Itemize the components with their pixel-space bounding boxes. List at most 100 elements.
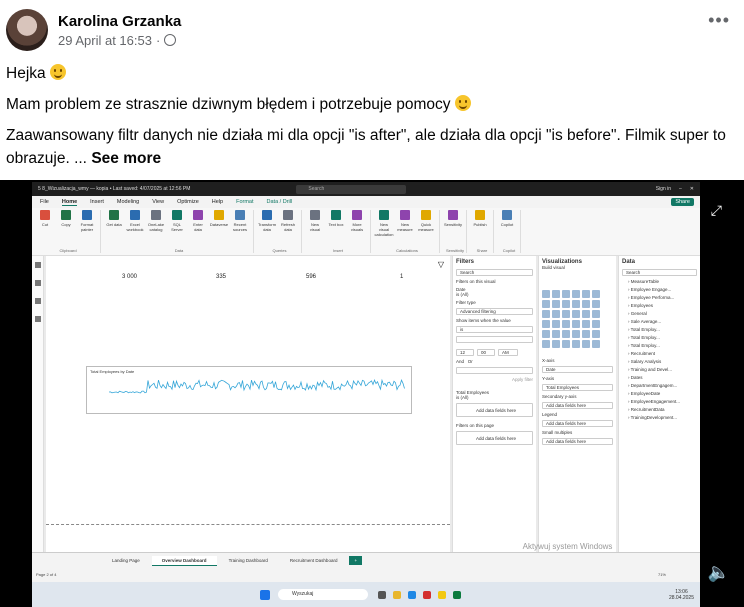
- table-view-icon[interactable]: [35, 280, 41, 286]
- visual-type-icon[interactable]: [562, 330, 570, 338]
- data-field-item[interactable]: › Employee Performa...: [628, 295, 697, 300]
- data-field-item[interactable]: › EmployeeEngagement...: [628, 399, 697, 404]
- condition-select[interactable]: is: [456, 326, 533, 333]
- visual-type-icon[interactable]: [592, 340, 600, 348]
- data-field-item[interactable]: › EmployeeDate: [628, 391, 697, 396]
- apply-filter-button[interactable]: Apply filter: [456, 377, 533, 382]
- search-box[interactable]: Search: [296, 184, 407, 194]
- task-view-icon[interactable]: [378, 590, 386, 599]
- ribbon-button[interactable]: Cut: [36, 210, 54, 227]
- menu-insert[interactable]: Insert: [90, 199, 104, 205]
- visual-type-icon[interactable]: [582, 290, 590, 298]
- ribbon-button[interactable]: New visual calculation: [375, 210, 393, 237]
- kpi-card[interactable]: 596: [306, 274, 316, 280]
- ribbon-button[interactable]: Recent sources: [231, 210, 249, 232]
- ribbon-button[interactable]: Publish: [471, 210, 489, 227]
- add-data-field[interactable]: Add data fields here: [456, 403, 533, 417]
- visual-type-icon[interactable]: [572, 310, 580, 318]
- visual-type-icon[interactable]: [572, 330, 580, 338]
- data-field-item[interactable]: › Total Employ...: [628, 335, 697, 340]
- app-icon[interactable]: [453, 590, 461, 599]
- menu-help[interactable]: Help: [212, 199, 223, 205]
- report-canvas[interactable]: 3 000 335 596 1 ▽ Total Employees by Dat…: [46, 256, 450, 552]
- visual-type-icon[interactable]: [542, 290, 550, 298]
- app-icon[interactable]: [423, 590, 431, 599]
- date-input[interactable]: [456, 336, 533, 343]
- data-search[interactable]: Search: [622, 269, 697, 276]
- menu-home[interactable]: Home: [61, 199, 78, 206]
- secondary-add[interactable]: Add data fields here: [542, 402, 613, 409]
- visual-type-icon[interactable]: [572, 320, 580, 328]
- data-field-item[interactable]: › RecruitmentData: [628, 407, 697, 412]
- data-field-item[interactable]: › General: [628, 311, 697, 316]
- ribbon-button[interactable]: SQL Server: [168, 210, 186, 232]
- author-name[interactable]: Karolina Grzanka: [58, 13, 181, 30]
- visual-type-icon[interactable]: [562, 340, 570, 348]
- data-field-item[interactable]: › Recruitment: [628, 351, 697, 356]
- visual-type-icon[interactable]: [552, 310, 560, 318]
- visual-type-icon[interactable]: [552, 330, 560, 338]
- xaxis-field[interactable]: Date: [542, 366, 613, 373]
- kpi-card[interactable]: 3 000: [122, 274, 137, 280]
- close-icon[interactable]: ✕: [690, 186, 694, 192]
- visual-type-icon[interactable]: [582, 300, 590, 308]
- visual-type-icon[interactable]: [592, 320, 600, 328]
- video-player[interactable]: ⤢ 5 8_Wizualizacja_wmy — kopia • Last sa…: [0, 180, 744, 607]
- menu-data-drill[interactable]: Data / Drill: [267, 199, 293, 205]
- ribbon-button[interactable]: Format painter: [78, 210, 96, 232]
- visual-type-icon[interactable]: [542, 310, 550, 318]
- kpi-card[interactable]: 1: [400, 274, 403, 280]
- add-data-field-page[interactable]: Add data fields here: [456, 431, 533, 445]
- yaxis-field[interactable]: Total Employees: [542, 384, 613, 391]
- kpi-card[interactable]: 335: [216, 274, 226, 280]
- visual-type-icon[interactable]: [572, 290, 580, 298]
- data-field-item[interactable]: › MeasureTable: [628, 279, 697, 284]
- visual-type-icon[interactable]: [542, 320, 550, 328]
- or-radio[interactable]: Or: [468, 359, 473, 364]
- line-chart-visual[interactable]: Total Employees by Date: [86, 366, 412, 414]
- ribbon-button[interactable]: New visual: [306, 210, 324, 232]
- edge-icon[interactable]: [408, 590, 416, 599]
- visual-type-icon[interactable]: [592, 300, 600, 308]
- minute-input[interactable]: 00: [477, 349, 495, 356]
- filters-search[interactable]: Search: [456, 269, 533, 276]
- visual-type-icon[interactable]: [592, 330, 600, 338]
- minimize-icon[interactable]: –: [679, 186, 682, 192]
- visual-type-icon[interactable]: [572, 300, 580, 308]
- tab-landing-page[interactable]: Landing Page: [102, 556, 150, 565]
- visual-type-icon[interactable]: [582, 330, 590, 338]
- visual-type-icon[interactable]: [542, 330, 550, 338]
- data-field-item[interactable]: › Employee Engage...: [628, 287, 697, 292]
- visual-type-icon[interactable]: [552, 300, 560, 308]
- hour-input[interactable]: 12: [456, 349, 474, 356]
- powerbi-icon[interactable]: [438, 590, 446, 599]
- visual-type-icon[interactable]: [542, 340, 550, 348]
- ribbon-button[interactable]: More visuals: [348, 210, 366, 232]
- visual-type-icon[interactable]: [562, 300, 570, 308]
- zoom-level[interactable]: 71%: [658, 572, 666, 577]
- volume-icon[interactable]: 🔈: [708, 562, 730, 583]
- visual-type-icon[interactable]: [562, 320, 570, 328]
- menu-modeling[interactable]: Modeling: [117, 199, 139, 205]
- menu-file[interactable]: File: [40, 199, 49, 205]
- ellipsis-icon[interactable]: •••: [708, 10, 730, 31]
- ribbon-button[interactable]: OneLake catalog: [147, 210, 165, 232]
- legend-add[interactable]: Add data fields here: [542, 420, 613, 427]
- ribbon-button[interactable]: Text box: [327, 210, 345, 227]
- data-field-item[interactable]: › TrainingDevelopment...: [628, 415, 697, 420]
- post-date[interactable]: 29 April at 16:53: [58, 33, 152, 48]
- visual-type-icon[interactable]: [572, 340, 580, 348]
- add-page-button[interactable]: +: [349, 556, 363, 565]
- filter-icon[interactable]: ▽: [438, 260, 444, 269]
- visual-type-icon[interactable]: [552, 340, 560, 348]
- dax-view-icon[interactable]: [35, 316, 41, 322]
- ribbon-button[interactable]: Sensitivity: [444, 210, 462, 227]
- avatar[interactable]: [6, 9, 48, 51]
- menu-view[interactable]: View: [152, 199, 164, 205]
- ribbon-button[interactable]: Enter data: [189, 210, 207, 232]
- second-condition-select[interactable]: [456, 367, 533, 374]
- visual-type-icon[interactable]: [582, 310, 590, 318]
- ribbon-button[interactable]: Excel workbook: [126, 210, 144, 232]
- taskbar-search[interactable]: Wyszukaj: [278, 589, 368, 600]
- visual-type-icon[interactable]: [552, 320, 560, 328]
